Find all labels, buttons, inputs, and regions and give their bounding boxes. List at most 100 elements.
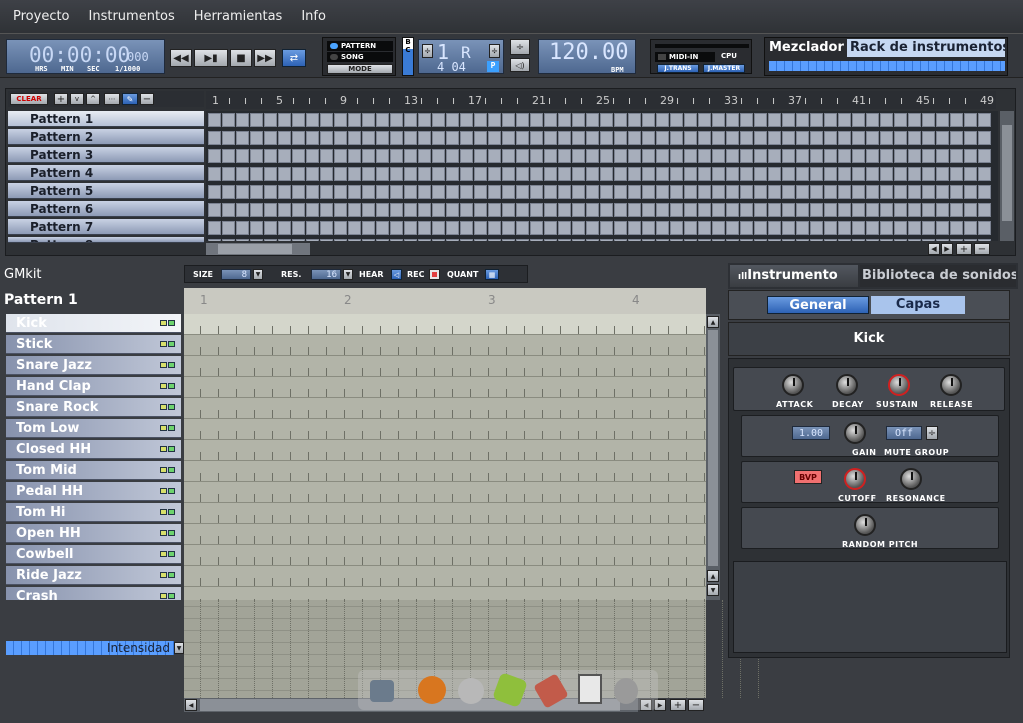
song-grid-cell[interactable] — [964, 149, 977, 163]
song-grid-cell[interactable] — [362, 149, 375, 163]
song-grid-cell[interactable] — [656, 131, 669, 145]
mixer-button[interactable]: Mezclador — [769, 40, 844, 55]
song-grid-cell[interactable] — [334, 185, 347, 199]
song-grid-cell[interactable] — [642, 221, 655, 235]
bc-switch[interactable]: B C — [402, 37, 414, 76]
song-grid-cell[interactable] — [796, 167, 809, 181]
song-grid-cell[interactable] — [740, 203, 753, 217]
song-grid-cell[interactable] — [796, 203, 809, 217]
song-grid-cell[interactable] — [446, 239, 459, 241]
song-grid-cell[interactable] — [404, 185, 417, 199]
song-grid-cell[interactable] — [726, 131, 739, 145]
song-grid-cell[interactable] — [740, 239, 753, 241]
song-grid-cell[interactable] — [558, 113, 571, 127]
song-grid-cell[interactable] — [614, 239, 627, 241]
song-grid-cell[interactable] — [768, 185, 781, 199]
song-grid-cell[interactable] — [670, 167, 683, 181]
song-vscroll[interactable] — [1000, 111, 1014, 241]
song-grid-cell[interactable] — [320, 167, 333, 181]
song-grid-cell[interactable] — [460, 221, 473, 235]
song-grid-cell[interactable] — [600, 149, 613, 163]
song-grid-cell[interactable] — [558, 131, 571, 145]
move-down-icon[interactable]: v — [70, 93, 84, 105]
song-grid-cell[interactable] — [544, 167, 557, 181]
song-grid-cell[interactable] — [292, 185, 305, 199]
song-grid-cell[interactable] — [768, 149, 781, 163]
song-grid-cell[interactable] — [628, 221, 641, 235]
song-grid-cell[interactable] — [698, 221, 711, 235]
song-grid-cell[interactable] — [488, 221, 501, 235]
mode-button[interactable]: MODE — [327, 64, 393, 74]
song-grid-cell[interactable] — [586, 239, 599, 241]
song-grid-cell[interactable] — [250, 131, 263, 145]
song-grid-cell[interactable] — [516, 239, 529, 241]
song-grid-cell[interactable] — [320, 221, 333, 235]
song-grid-cell[interactable] — [250, 149, 263, 163]
song-grid-cell[interactable] — [250, 221, 263, 235]
pattern-vscroll-thumb[interactable] — [708, 330, 718, 566]
solo-icon[interactable] — [160, 425, 167, 431]
song-grid-cell[interactable] — [208, 113, 221, 127]
song-grid-cell[interactable] — [278, 131, 291, 145]
song-grid-cell[interactable] — [334, 221, 347, 235]
song-grid-cell[interactable] — [418, 113, 431, 127]
song-grid-cell[interactable] — [978, 167, 991, 181]
mute-icon[interactable] — [168, 509, 175, 515]
song-grid-cell[interactable] — [740, 221, 753, 235]
song-grid-cell[interactable] — [726, 239, 739, 241]
song-grid-cell[interactable] — [572, 221, 585, 235]
song-grid-cell[interactable] — [810, 185, 823, 199]
song-grid-cell[interactable] — [922, 167, 935, 181]
song-grid-cell[interactable] — [278, 113, 291, 127]
song-grid-cell[interactable] — [838, 221, 851, 235]
quant-toggle-icon[interactable]: ▦ — [485, 269, 499, 280]
song-grid-cell[interactable] — [600, 239, 613, 241]
song-grid-cell[interactable] — [880, 167, 893, 181]
instrument-row[interactable]: Ride Jazz — [6, 566, 181, 585]
song-grid-cell[interactable] — [684, 149, 697, 163]
song-grid-cell[interactable] — [516, 113, 529, 127]
song-grid-cell[interactable] — [642, 149, 655, 163]
song-grid-cell[interactable] — [600, 203, 613, 217]
song-grid-cell[interactable] — [264, 149, 277, 163]
song-grid-cell[interactable] — [978, 185, 991, 199]
song-grid-cell[interactable] — [698, 185, 711, 199]
song-grid-cell[interactable] — [446, 203, 459, 217]
song-grid-cell[interactable] — [642, 185, 655, 199]
menu-instrumentos[interactable]: Instrumentos — [86, 7, 178, 26]
song-grid-cell[interactable] — [712, 149, 725, 163]
song-grid-cell[interactable] — [572, 131, 585, 145]
song-grid-cell[interactable] — [544, 185, 557, 199]
song-grid-cell[interactable] — [614, 221, 627, 235]
song-zoom-out-icon[interactable]: − — [974, 243, 990, 255]
song-grid-cell[interactable] — [474, 203, 487, 217]
song-grid-cell[interactable] — [866, 113, 879, 127]
song-grid-cell[interactable] — [586, 203, 599, 217]
metronome-icon[interactable]: ◁) — [510, 58, 530, 72]
song-grid-cell[interactable] — [880, 113, 893, 127]
song-grid-cell[interactable] — [950, 149, 963, 163]
song-grid-cell[interactable] — [474, 149, 487, 163]
song-grid-cell[interactable] — [348, 131, 361, 145]
pattern-grid-row[interactable] — [184, 587, 706, 600]
song-grid-cell[interactable] — [754, 149, 767, 163]
song-grid-cell[interactable] — [418, 131, 431, 145]
song-grid-cell[interactable] — [488, 149, 501, 163]
pattern-list-item[interactable]: Pattern 1 — [8, 111, 204, 127]
song-grid-cell[interactable] — [432, 167, 445, 181]
res-dropdown-icon[interactable]: ▼ — [343, 269, 353, 280]
song-grid-cell[interactable] — [292, 203, 305, 217]
resonance-knob[interactable] — [900, 468, 922, 490]
song-grid-cell[interactable] — [936, 239, 949, 241]
song-grid-cell[interactable] — [502, 239, 515, 241]
song-grid-cell[interactable] — [656, 221, 669, 235]
song-grid-cell[interactable] — [838, 185, 851, 199]
song-grid-cell[interactable] — [628, 203, 641, 217]
song-grid-cell[interactable] — [586, 221, 599, 235]
song-grid-cell[interactable] — [810, 113, 823, 127]
song-grid-cell[interactable] — [306, 221, 319, 235]
song-grid-cell[interactable] — [208, 149, 221, 163]
song-grid-cell[interactable] — [334, 113, 347, 127]
song-grid-cell[interactable] — [782, 167, 795, 181]
dock-tools2-icon[interactable] — [533, 673, 569, 709]
